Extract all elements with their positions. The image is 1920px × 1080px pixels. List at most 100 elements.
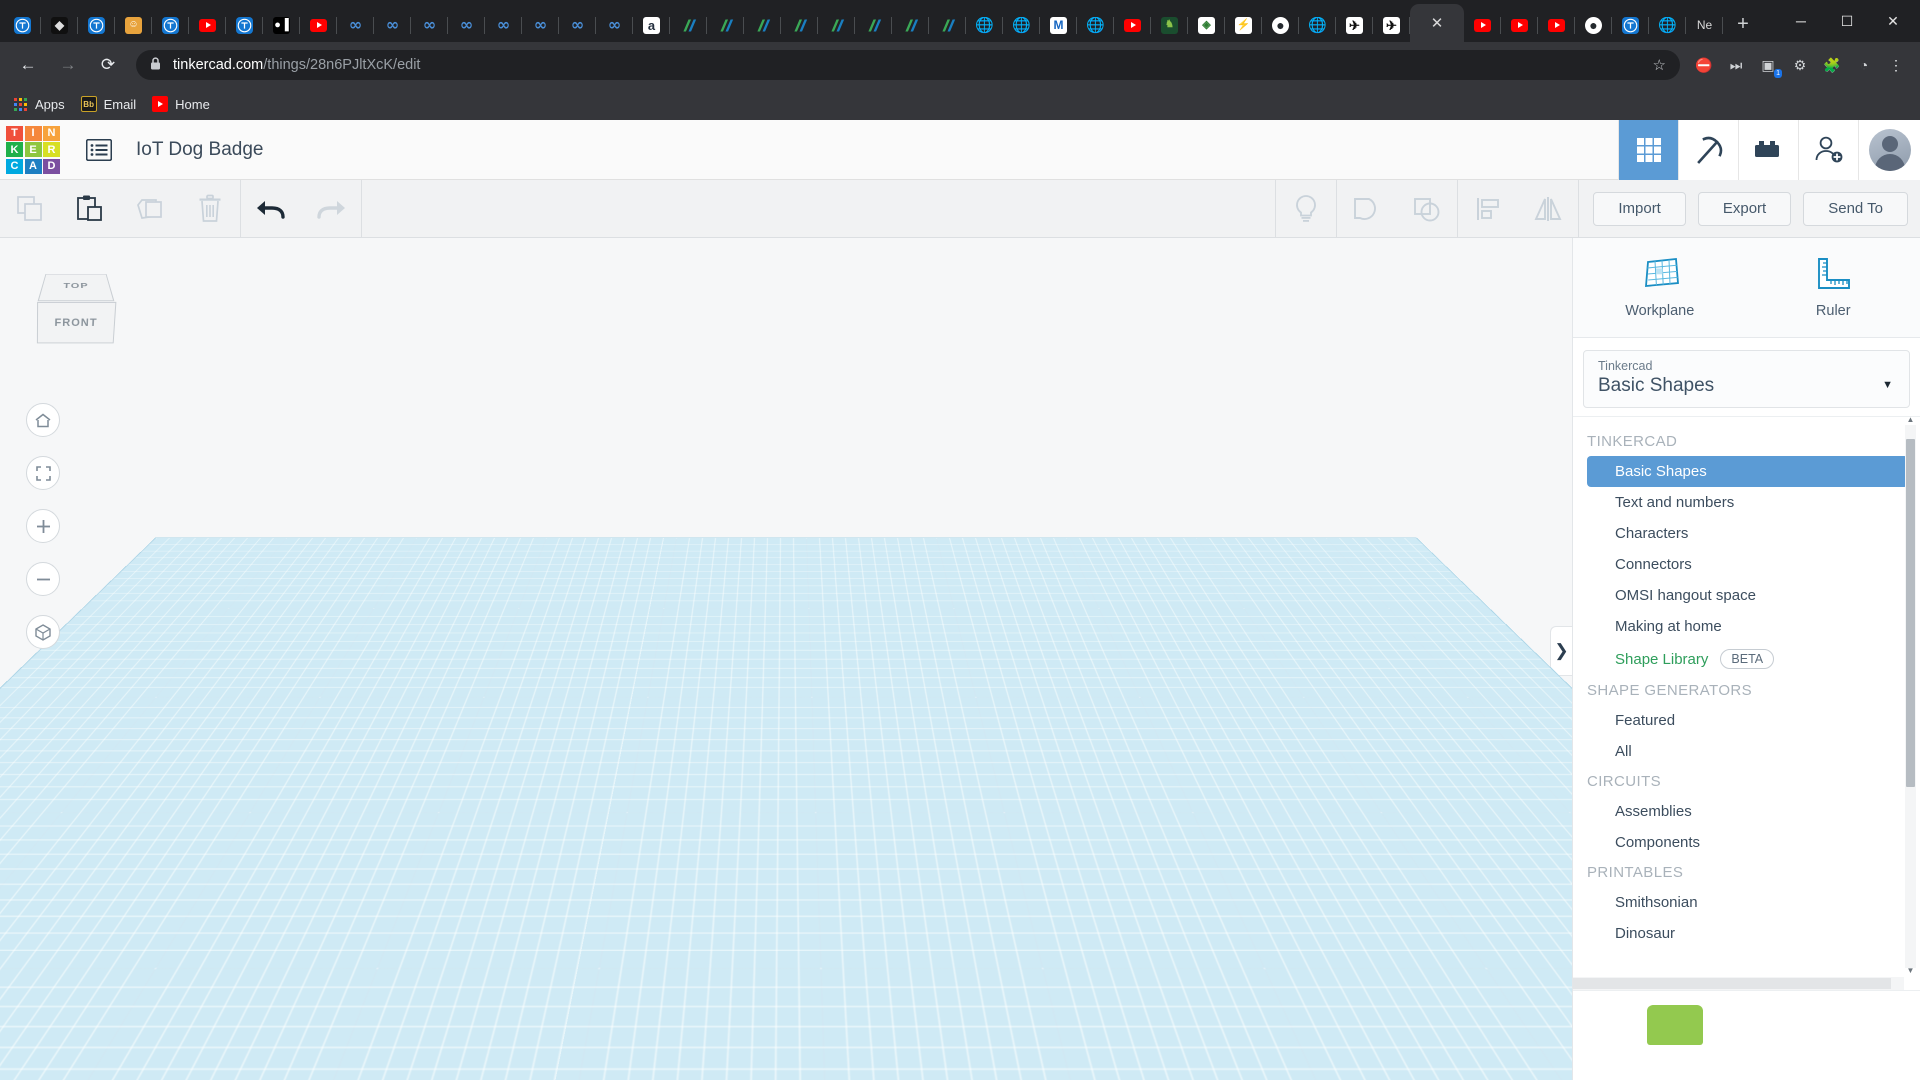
codecademy-tab-4[interactable]: ∞ [448,8,485,42]
library-item-text-and-numbers[interactable]: Text and numbers [1587,487,1908,518]
codecademy-tab-7[interactable]: ∞ [559,8,596,42]
back-button[interactable]: ← [11,48,45,82]
library-item-basic-shapes[interactable]: Basic Shapes [1587,456,1908,487]
tinkercad-tab-4[interactable] [226,8,263,42]
autodesk-tab-2[interactable] [707,8,744,42]
light-button[interactable] [1276,180,1336,238]
duplicate-button[interactable] [120,180,180,238]
close-window-button[interactable]: ✕ [1870,0,1916,42]
autodesk-tab-3[interactable] [744,8,781,42]
view-cube-top-face[interactable]: TOP [38,274,115,301]
send-to-button[interactable]: Send To [1803,192,1908,226]
youtube-tab-6[interactable] [1538,8,1575,42]
profile-extension-icon[interactable]: ◔ [1850,51,1878,79]
minimize-button[interactable]: ─ [1778,0,1824,42]
youtube-tab-2[interactable] [300,8,337,42]
fit-view-button[interactable] [26,456,60,490]
globe-tab-2[interactable]: 🌐 [1003,8,1040,42]
address-bar[interactable]: tinkercad.com/things/28n6PJltXcK/edit ☆ [136,50,1680,80]
export-button[interactable]: Export [1698,192,1791,226]
library-item-dinosaur[interactable]: Dinosaur [1587,918,1908,949]
tinkercad-tab-3[interactable] [152,8,189,42]
tinkercad-logo[interactable]: TINKERCAD [6,126,60,174]
workplane-tool[interactable]: Workplane [1573,238,1747,337]
menu-extension-icon[interactable]: ⋮ [1882,51,1910,79]
align-button[interactable] [1458,180,1518,238]
bookmark-star-icon[interactable]: ☆ [1653,56,1666,74]
globe-tab-1[interactable]: 🌐 [966,8,1003,42]
shape-library-select[interactable]: Tinkercad Basic Shapes ▼ [1583,350,1910,408]
codecademy-tab-6[interactable]: ∞ [522,8,559,42]
forward-extension-icon[interactable]: ⏭ [1722,51,1750,79]
library-horizontal-scrollbar[interactable] [1573,977,1904,990]
library-item-characters[interactable]: Characters [1587,518,1908,549]
new-tab-button[interactable]: + [1729,10,1757,38]
puzzle-extension-icon[interactable]: 🧩 [1818,51,1846,79]
codecademy-tab-8[interactable]: ∞ [596,8,633,42]
scroll-up-arrow-icon[interactable]: ▲ [1905,416,1916,425]
library-item-components[interactable]: Components [1587,827,1908,858]
youtube-tab-1[interactable] [189,8,226,42]
autodesk-tab-6[interactable] [855,8,892,42]
youtube-tab-5[interactable] [1501,8,1538,42]
group-button[interactable] [1337,180,1397,238]
header-invite-button[interactable] [1798,120,1858,180]
view-cube-front-face[interactable]: FRONT [37,302,116,343]
copy-button[interactable] [0,180,60,238]
library-item-making-at-home[interactable]: Making at home [1587,611,1908,642]
hscrollbar-thumb[interactable] [1573,978,1891,989]
shape-tab[interactable]: ◆ [41,8,78,42]
autodesk-tab-7[interactable] [892,8,929,42]
import-button[interactable]: Import [1593,192,1686,226]
badge-extension-icon[interactable]: ▣1 [1754,51,1782,79]
tinkercad-tab-1[interactable] [4,8,41,42]
undo-button[interactable] [241,180,301,238]
medium-tab[interactable]: ●▐ [263,8,300,42]
globe-tab-4[interactable]: 🌐 [1299,8,1336,42]
snap-grid-select[interactable]: 1.0 mm ▲ [1464,1042,1552,1070]
library-item-assemblies[interactable]: Assemblies [1587,796,1908,827]
ruler-tool[interactable]: Ruler [1747,238,1920,337]
delete-button[interactable] [180,180,240,238]
project-menu-icon[interactable] [82,133,116,167]
amazon-tab[interactable]: a [633,8,670,42]
zoom-out-button[interactable] [26,562,60,596]
autodesk-tab-5[interactable] [818,8,855,42]
edit-grid-button[interactable]: Edit Grid [1432,998,1528,1028]
paste-button[interactable] [60,180,120,238]
codecademy-tab-2[interactable]: ∞ [374,8,411,42]
library-item-featured[interactable]: Featured [1587,705,1908,736]
globe-tab-5[interactable]: 🌐 [1649,8,1686,42]
bookmark-home[interactable]: Home [152,96,210,112]
canvas-3d-view[interactable]: Workplane TOP FRONT [0,238,1572,1080]
library-item-omsi-hangout-space[interactable]: OMSI hangout space [1587,580,1908,611]
diamond-tab[interactable]: ◈ [1188,8,1225,42]
home-view-button[interactable] [26,403,60,437]
panel-collapse-button[interactable]: ❯ [1550,626,1572,676]
library-item-shape-library[interactable]: Shape LibraryBETA [1587,642,1908,676]
header-blocks-button[interactable] [1738,120,1798,180]
youtube-tab-4[interactable] [1464,8,1501,42]
library-item-connectors[interactable]: Connectors [1587,549,1908,580]
codecademy-tab-1[interactable]: ∞ [337,8,374,42]
blue-globe-tab[interactable] [1612,8,1649,42]
scroll-down-arrow-icon[interactable]: ▼ [1905,964,1916,976]
plane-tab-2[interactable]: ✈ [1373,8,1410,42]
red-logo-tab[interactable]: ⚡ [1225,8,1262,42]
zoom-in-button[interactable] [26,509,60,543]
user-avatar[interactable] [1858,120,1920,180]
header-tinker-button[interactable] [1678,120,1738,180]
codecademy-tab-3[interactable]: ∞ [411,8,448,42]
github-tab-2[interactable]: ● [1575,8,1612,42]
school-tab[interactable]: ♞ [1151,8,1188,42]
scrollbar-thumb[interactable] [1906,439,1915,787]
active-tinkercad-tab[interactable]: ✕ [1410,4,1464,42]
plane-tab-1[interactable]: ✈ [1336,8,1373,42]
ne-tab[interactable]: Ne [1686,8,1723,42]
page-title[interactable]: IoT Dog Badge [136,139,263,161]
view-cube[interactable]: TOP FRONT [32,266,120,352]
autodesk-tab-1[interactable] [670,8,707,42]
mcgraw-tab[interactable]: M [1040,8,1077,42]
tinkercad-tab-2[interactable] [78,8,115,42]
library-item-all[interactable]: All [1587,736,1908,767]
